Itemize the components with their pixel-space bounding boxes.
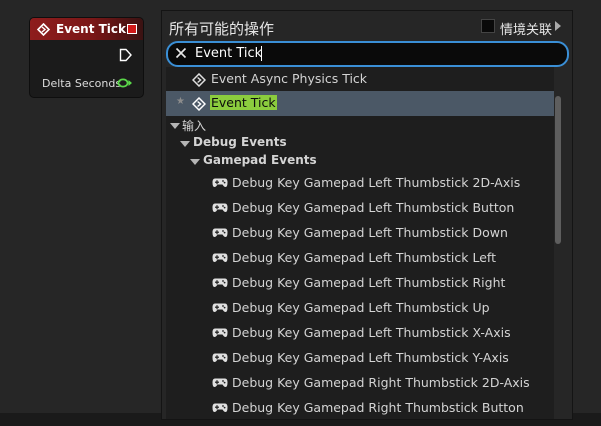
action-label: Debug Key Gamepad Right Thumbstick Butto… <box>232 400 524 415</box>
action-label: Event Async Physics Tick <box>211 71 368 86</box>
float-output-pin-icon[interactable] <box>117 77 133 89</box>
search-input[interactable] <box>195 44 555 62</box>
delegate-pin-icon[interactable] <box>127 24 137 34</box>
text-caret <box>261 46 262 61</box>
delta-seconds-label: Delta Seconds <box>42 77 122 90</box>
gamepad-icon <box>212 403 228 412</box>
gamepad-icon <box>212 203 228 212</box>
list-item[interactable]: Debug Key Gamepad Right Thumbstick Butto… <box>166 396 554 419</box>
action-label: Debug Key Gamepad Left Thumbstick X-Axis <box>232 325 511 340</box>
node-title: Event Tick <box>56 22 127 36</box>
context-sensitive-label[interactable]: 情境关联 <box>500 19 552 38</box>
expand-arrow-icon[interactable] <box>180 141 190 147</box>
event-tick-node[interactable]: Event Tick Delta Seconds <box>29 17 144 98</box>
context-arrow-icon[interactable] <box>555 21 561 31</box>
context-sensitive-checkbox[interactable] <box>481 19 495 33</box>
node-header[interactable]: Event Tick <box>30 18 143 40</box>
action-label: Debug Key Gamepad Left Thumbstick Left <box>232 250 497 265</box>
gamepad-icon <box>212 253 228 262</box>
gamepad-icon <box>212 353 228 362</box>
expand-arrow-icon[interactable] <box>190 159 200 165</box>
category-input[interactable]: 输入 <box>182 117 206 134</box>
list-item[interactable]: Debug Key Gamepad Left Thumbstick Y-Axis <box>166 346 554 371</box>
list-item[interactable]: Debug Key Gamepad Left Thumbstick X-Axis <box>166 321 554 346</box>
list-item[interactable]: Debug Key Gamepad Left Thumbstick 2D-Axi… <box>166 171 554 196</box>
action-label: Debug Key Gamepad Left Thumbstick Right <box>232 275 506 290</box>
list-item[interactable]: Debug Key Gamepad Left Thumbstick Up <box>166 296 554 321</box>
gamepad-icon <box>212 328 228 337</box>
list-item[interactable]: Debug Key Gamepad Left Thumbstick Button <box>166 196 554 221</box>
action-menu: 所有可能的操作 情境关联 Event Async Physics Tick ★ … <box>161 10 573 420</box>
action-list[interactable]: Event Async Physics Tick ★ Event Tick 输入… <box>166 67 554 419</box>
list-item-event-tick[interactable]: ★ Event Tick <box>166 91 554 116</box>
action-label: Debug Key Gamepad Left Thumbstick Y-Axis <box>232 350 509 365</box>
action-label: Debug Key Gamepad Right Thumbstick 2D-Ax… <box>232 375 530 390</box>
action-label: Debug Key Gamepad Left Thumbstick Up <box>232 300 490 315</box>
gamepad-icon <box>212 178 228 187</box>
gamepad-icon <box>212 378 228 387</box>
exec-output-pin-icon[interactable] <box>119 48 132 62</box>
action-label: Debug Key Gamepad Left Thumbstick 2D-Axi… <box>232 175 521 190</box>
action-label: Event Tick <box>210 95 277 110</box>
gamepad-icon <box>212 303 228 312</box>
event-icon <box>37 23 50 36</box>
search-match-highlight: Event Tick <box>210 95 277 110</box>
event-icon <box>192 97 206 111</box>
clear-search-icon[interactable] <box>175 47 187 59</box>
list-item[interactable]: Debug Key Gamepad Left Thumbstick Right <box>166 271 554 296</box>
search-box[interactable] <box>166 41 569 67</box>
favorite-star-icon[interactable]: ★ <box>176 96 185 107</box>
event-icon <box>192 73 206 87</box>
category-debug-events[interactable]: Debug Events <box>193 135 287 149</box>
gamepad-icon <box>212 278 228 287</box>
list-scrollbar[interactable] <box>555 96 561 244</box>
list-item[interactable]: Debug Key Gamepad Left Thumbstick Left <box>166 246 554 271</box>
category-gamepad-events[interactable]: Gamepad Events <box>203 153 317 167</box>
action-label: Debug Key Gamepad Left Thumbstick Button <box>232 200 515 215</box>
list-item-event-async-physics-tick[interactable]: Event Async Physics Tick <box>166 67 554 92</box>
action-label: Debug Key Gamepad Left Thumbstick Down <box>232 225 508 240</box>
expand-arrow-icon[interactable] <box>170 123 180 129</box>
list-item[interactable]: Debug Key Gamepad Right Thumbstick 2D-Ax… <box>166 371 554 396</box>
menu-title: 所有可能的操作 <box>169 20 275 38</box>
list-item[interactable]: Debug Key Gamepad Left Thumbstick Down <box>166 221 554 246</box>
gamepad-icon <box>212 228 228 237</box>
